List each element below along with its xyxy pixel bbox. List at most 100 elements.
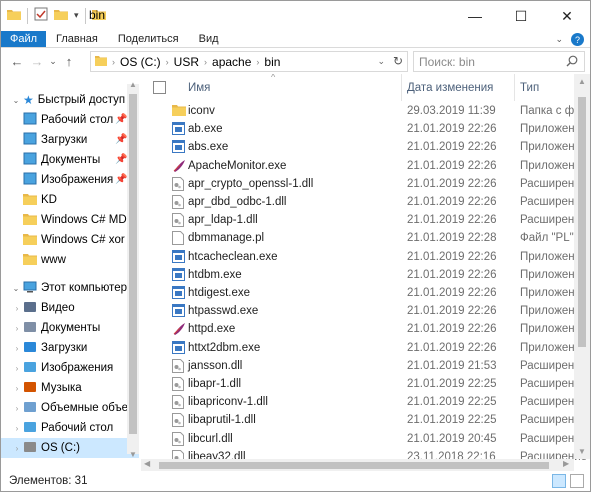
tab-share[interactable]: Поделиться — [108, 31, 189, 47]
help-icon[interactable]: ? — [571, 33, 584, 46]
expand-ribbon-icon[interactable]: ⌄ — [555, 34, 563, 45]
recent-locations-button[interactable]: ⌄ — [47, 51, 59, 71]
sidebar-item-pc-6[interactable]: › Рабочий стол — [1, 418, 139, 438]
forward-button[interactable]: → — [27, 51, 47, 71]
file-row[interactable]: apr_dbd_odbc-1.dll 21.01.2019 22:26 Расшир… — [141, 194, 587, 212]
address-bar[interactable]: › OS (C:) › USR › apache › bin ⌄ ↻ — [90, 51, 408, 72]
scroll-right-arrow-icon[interactable]: ▶ — [563, 459, 569, 468]
horizontal-scrollbar-thumb[interactable] — [159, 462, 549, 469]
sidebar-item-pc-5[interactable]: › Объемные объек — [1, 398, 139, 418]
sidebar-item-pc-2[interactable]: › Загрузки — [1, 338, 139, 358]
breadcrumb-separator: › — [112, 56, 115, 67]
sidebar-item-quick-4[interactable]: KD — [1, 190, 139, 210]
refresh-icon[interactable]: ↻ — [393, 54, 403, 68]
file-row[interactable]: apr_ldap-1.dll 21.01.2019 22:26 Расширение — [141, 212, 587, 230]
tab-home[interactable]: Главная — [46, 31, 108, 47]
expand-chevron-icon[interactable]: › — [11, 364, 23, 373]
expand-chevron-icon[interactable]: › — [11, 344, 23, 353]
large-icons-view-button[interactable] — [570, 474, 584, 488]
sidebar-item-quick-2[interactable]: Документы 📌 — [1, 150, 139, 170]
folder-icon — [23, 233, 37, 248]
file-row[interactable]: libcurl.dll 21.01.2019 20:45 Расширение — [141, 431, 587, 449]
file-row[interactable]: httpd.exe 21.01.2019 22:26 Приложени — [141, 321, 581, 339]
expand-chevron-icon[interactable]: › — [11, 324, 23, 333]
back-button[interactable]: ← — [7, 51, 27, 71]
breadcrumb-os-c[interactable]: OS (C:) — [120, 55, 161, 69]
expand-chevron-icon[interactable]: › — [11, 444, 23, 453]
file-name: htdigest.exe — [188, 287, 251, 299]
column-separator[interactable] — [401, 74, 402, 101]
customize-toolbar-icon[interactable]: ▾ — [74, 10, 79, 21]
scroll-up-arrow-icon[interactable]: ▲ — [574, 77, 590, 86]
expand-chevron-icon[interactable]: › — [11, 404, 23, 413]
search-icon — [566, 55, 578, 70]
file-date-modified: 21.01.2019 22:25 — [407, 414, 497, 427]
nav-this-pc[interactable]: ⌄ Этот компьютер — [1, 278, 139, 298]
file-row[interactable]: libaprutil-1.dll 21.01.2019 22:25 Расширен… — [141, 412, 587, 430]
column-type[interactable]: Тип — [520, 82, 539, 94]
file-row[interactable]: libapr-1.dll 21.01.2019 22:25 Расширение — [141, 376, 587, 394]
sidebar-item-pc-3[interactable]: › Изображения — [1, 358, 139, 378]
sidebar-item-quick-1[interactable]: Загрузки 📌 — [1, 130, 139, 150]
expand-chevron-icon[interactable]: ⌄ — [9, 284, 23, 293]
new-folder-icon[interactable] — [54, 8, 68, 23]
sidebar-item-pc-1[interactable]: › Документы — [1, 318, 139, 338]
file-row[interactable]: ApacheMonitor.exe 21.01.2019 22:26 Приложе… — [141, 158, 581, 176]
sidebar-item-pc-4[interactable]: › Музыка — [1, 378, 139, 398]
column-name[interactable]: Имя — [188, 82, 210, 94]
tab-file[interactable]: Файл — [1, 31, 46, 47]
column-separator[interactable] — [514, 74, 515, 101]
breadcrumb-apache[interactable]: apache — [212, 55, 251, 69]
file-row[interactable]: httxt2dbm.exe 21.01.2019 22:26 Приложени — [141, 340, 581, 358]
file-row[interactable]: iconv 29.03.2019 11:39 Папка с фай — [141, 103, 587, 121]
sidebar-item-quick-0[interactable]: Рабочий стол 📌 — [1, 110, 139, 130]
library-icon — [23, 112, 37, 128]
sidebar-item-quick-6[interactable]: Windows C# xor — [1, 230, 139, 250]
breadcrumb-bin[interactable]: bin — [264, 55, 280, 69]
file-row[interactable]: htcacheclean.exe 21.01.2019 22:26 Приложен… — [141, 249, 581, 267]
up-button[interactable]: ↑ — [59, 51, 79, 71]
sidebar-item-pc-0[interactable]: › Видео — [1, 298, 139, 318]
search-input[interactable]: Поиск: bin — [413, 51, 585, 72]
file-row[interactable]: apr_crypto_openssl-1.dll 21.01.2019 22:26… — [141, 176, 587, 194]
file-row[interactable]: abs.exe 21.01.2019 22:26 Приложени — [141, 139, 581, 157]
file-row[interactable]: htdigest.exe 21.01.2019 22:26 Приложени — [141, 285, 581, 303]
expand-chevron-icon[interactable]: › — [11, 304, 23, 313]
minimize-button[interactable]: — — [452, 1, 498, 31]
scroll-left-arrow-icon[interactable]: ◀ — [144, 459, 150, 468]
sidebar-item-quick-3[interactable]: Изображения 📌 — [1, 170, 139, 190]
breadcrumb-usr[interactable]: USR — [174, 55, 199, 69]
expand-chevron-icon[interactable]: ⌄ — [9, 96, 23, 105]
address-dropdown-icon[interactable]: ⌄ — [377, 56, 385, 67]
sidebar-item-quick-5[interactable]: Windows C# MD5 — [1, 210, 139, 230]
file-row[interactable]: htdbm.exe 21.01.2019 22:26 Приложени — [141, 267, 581, 285]
file-name: iconv — [188, 105, 215, 117]
column-date-modified[interactable]: Дата изменения — [407, 82, 493, 94]
close-button[interactable]: ✕ — [544, 1, 590, 31]
tab-view[interactable]: Вид — [189, 31, 229, 47]
file-row[interactable]: libapriconv-1.dll 21.01.2019 22:25 Расшире… — [141, 394, 587, 412]
sidebar-item-quick-7[interactable]: www — [1, 250, 139, 270]
file-name: htpasswd.exe — [188, 305, 259, 318]
file-row[interactable]: jansson.dll 21.01.2019 21:53 Расширение — [141, 358, 587, 376]
nav-quick-access[interactable]: ⌄ ★ Быстрый доступ — [1, 90, 139, 110]
file-row[interactable]: htpasswd.exe 21.01.2019 22:26 Приложени — [141, 303, 581, 321]
file-row[interactable]: ab.exe 21.01.2019 22:26 Приложени — [141, 121, 581, 139]
scroll-down-arrow-icon[interactable]: ▼ — [574, 447, 590, 456]
nav-scrollbar-thumb[interactable] — [129, 94, 137, 434]
expand-chevron-icon[interactable]: › — [11, 384, 23, 393]
pin-icon: 📌 — [115, 134, 128, 145]
file-date-modified: 21.01.2019 22:26 — [407, 123, 497, 136]
file-row[interactable]: dbmmanage.pl 21.01.2019 22:28 Файл "PL" — [141, 230, 574, 248]
expand-chevron-icon[interactable]: › — [11, 424, 23, 433]
file-name: jansson.dll — [188, 359, 243, 372]
properties-icon[interactable] — [34, 7, 48, 24]
scroll-up-arrow-icon[interactable]: ▲ — [127, 80, 139, 89]
content-scrollbar-thumb[interactable] — [578, 97, 586, 347]
scroll-down-arrow-icon[interactable]: ▼ — [127, 450, 139, 459]
dll-file-icon — [172, 213, 186, 229]
sidebar-item-pc-7[interactable]: › OS (C:) — [1, 438, 139, 458]
details-view-button[interactable] — [552, 474, 566, 488]
select-all-checkbox[interactable] — [153, 81, 166, 94]
maximize-button[interactable]: ☐ — [498, 1, 544, 31]
